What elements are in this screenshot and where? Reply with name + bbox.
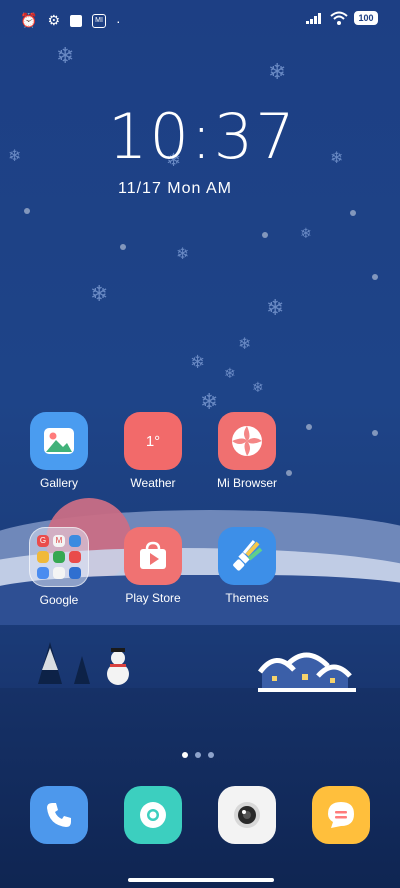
signal-icon [306,13,321,24]
app-play-store[interactable]: Play Store [108,527,198,605]
dock-chrome-app[interactable] [124,786,182,844]
houses-illustration [258,652,356,692]
snowflake-icon: ❄ [224,366,236,382]
settings-icon: ⚙ [47,12,60,28]
app-label: Play Store [125,591,181,605]
dot-icon: · [116,12,121,29]
notification-square-icon [70,14,82,27]
page-dot[interactable] [208,752,214,758]
clock-time[interactable]: 10:37 [108,100,297,173]
google-folder-icon: G M [29,527,89,587]
dock-camera-app[interactable] [218,786,276,844]
home-indicator-bar[interactable] [128,878,274,882]
weather-icon: 1° [124,412,182,470]
battery-icon: 100 [354,11,378,25]
snowflake-icon: ❄ [268,60,287,85]
app-gallery[interactable]: Gallery [14,412,104,490]
app-weather[interactable]: 1° Weather [108,412,198,490]
messages-icon [328,802,354,828]
app-label: Themes [225,591,269,605]
tree-and-snowman-illustration [38,642,129,685]
themes-icon [218,527,276,585]
alarm-off-icon: ⏰ [20,12,38,28]
status-bar: ⏰ ⚙ MI · 100 [0,10,400,30]
snowflake-icon: ❄ [266,296,285,321]
gallery-icon [30,412,88,470]
page-indicator[interactable] [182,752,214,758]
snowflake-icon: ❄ [8,146,22,165]
phone-icon [47,803,71,827]
app-mi-browser[interactable]: Mi Browser [202,412,292,490]
snowflake-icon: ❄ [330,148,344,167]
app-label: Mi Browser [216,476,277,490]
page-dot[interactable] [195,752,201,758]
snowflake-icon: ❄ [238,334,252,353]
page-dot[interactable] [182,752,188,758]
dock-phone-app[interactable] [30,786,88,844]
snowflake-icon: ❄ [56,44,75,69]
app-label: Weather [130,476,176,490]
app-label: Google [39,593,79,607]
dock-messages-app[interactable] [312,786,370,844]
play-store-icon [124,527,182,585]
snowflake-icon: ❄ [300,226,312,242]
snowflake-icon: ❄ [190,352,206,373]
wifi-icon [330,11,348,25]
app-folder-google[interactable]: G M Google [14,527,104,607]
chrome-icon [140,802,166,828]
snowflake-icon: ❄ [252,380,264,396]
mi-browser-icon [218,412,276,470]
clock-date[interactable]: 11/17 Mon AM [118,180,232,198]
camera-icon [234,802,260,828]
app-themes[interactable]: Themes [202,527,292,605]
mi-icon: MI [92,13,106,28]
snowflake-icon: ❄ [176,244,190,263]
snowflake-icon: ❄ [90,282,109,307]
weather-temp: 1° [145,432,161,450]
app-label: Gallery [39,476,78,490]
